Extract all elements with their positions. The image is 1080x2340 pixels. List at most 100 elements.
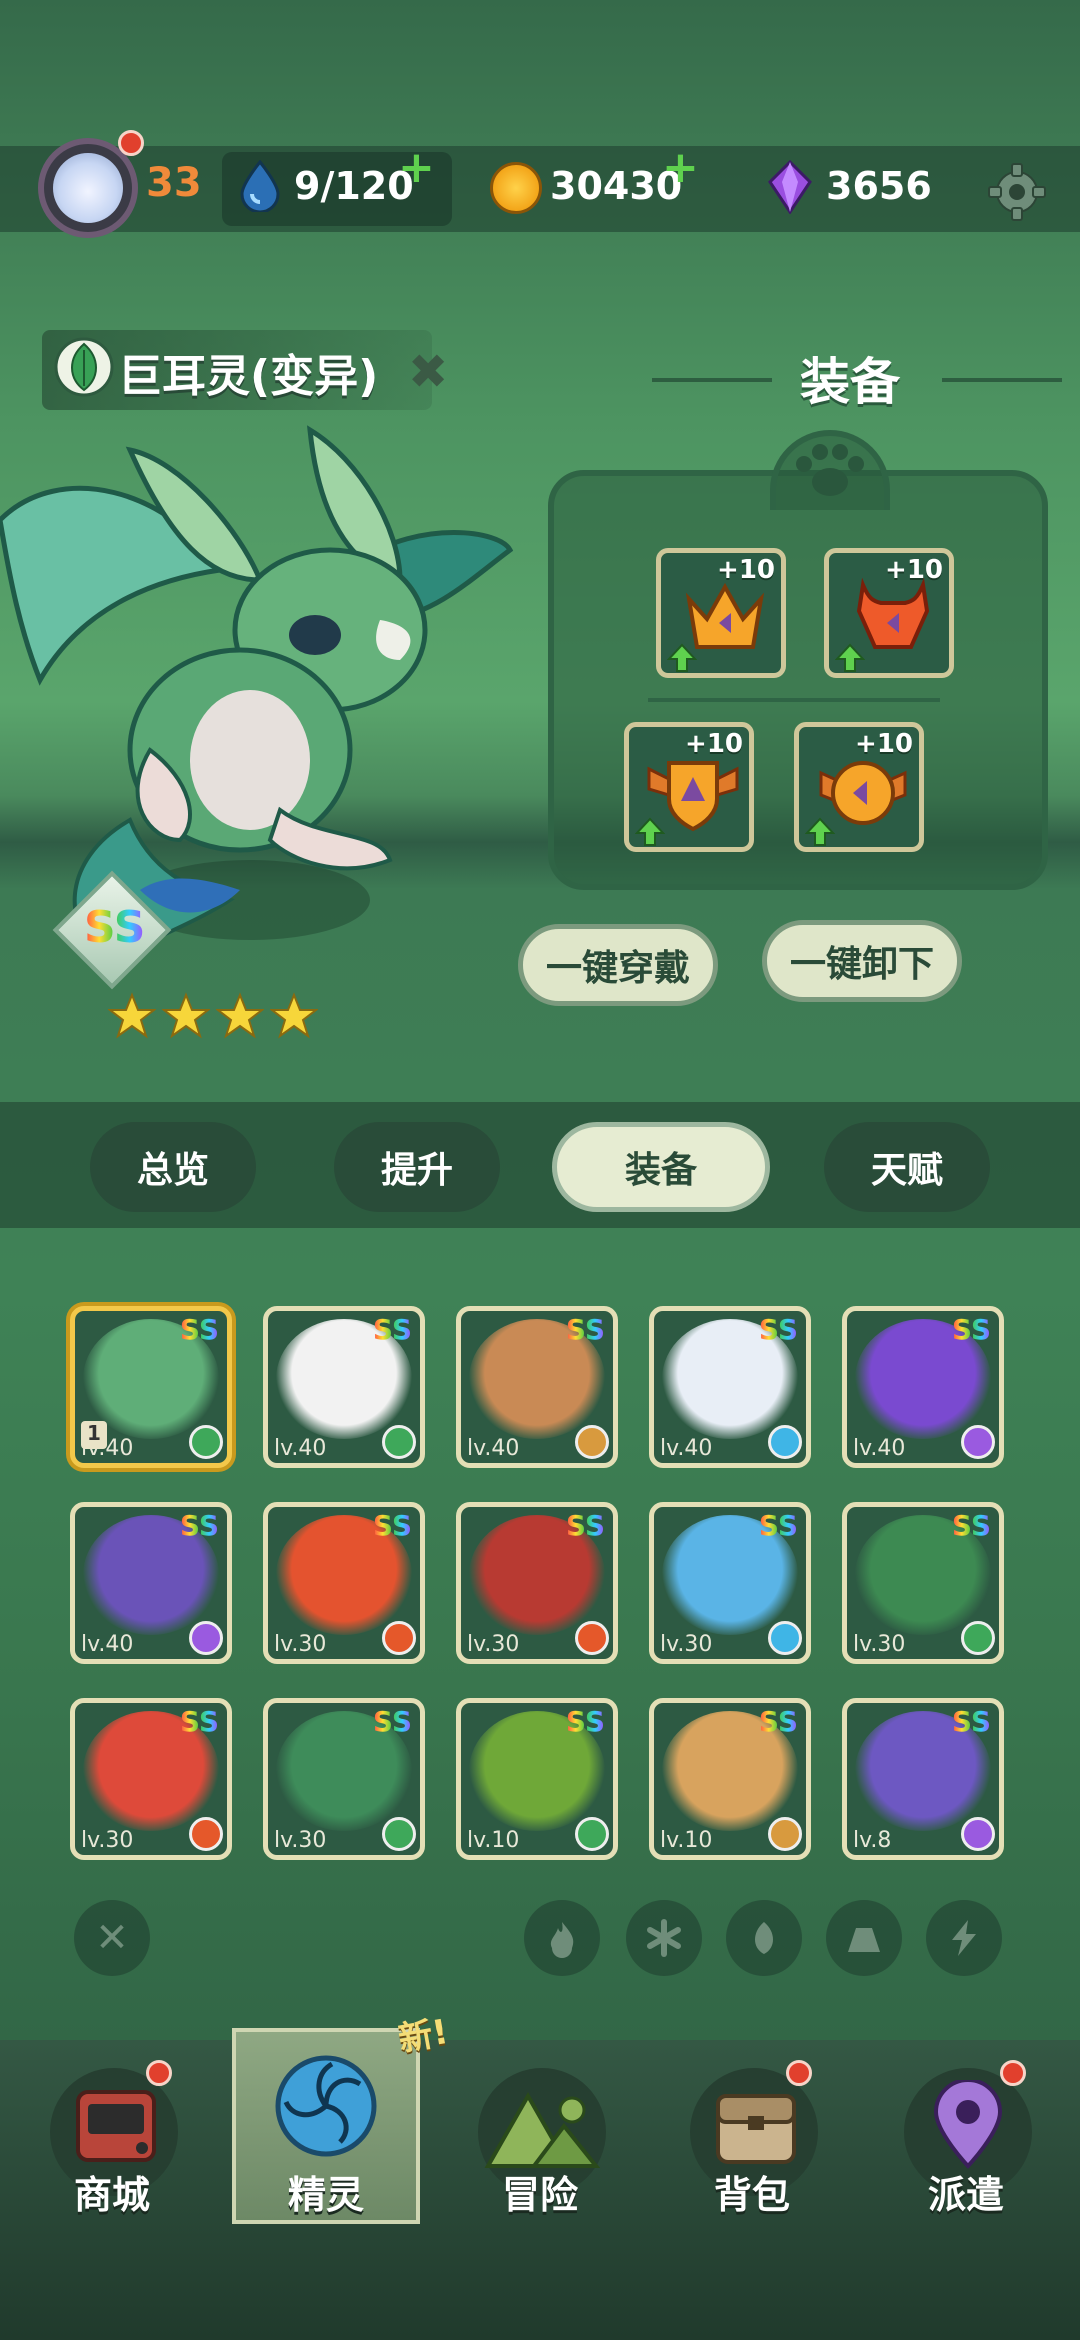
earth-icon [768,1817,802,1851]
filter-thunder[interactable] [926,1900,1002,1976]
star-icon [162,992,210,1039]
slot-plus-level: +10 [717,555,775,585]
sprite-card[interactable]: SS lv.30 [649,1502,811,1664]
sprite-card[interactable]: SS lv.30 [70,1698,232,1860]
rank-label: SS [565,1313,605,1346]
title-flourish-right [942,378,1062,382]
gem-value: 3656 [826,164,932,208]
nav-sprite[interactable]: 精灵 [226,2055,426,2260]
sprite-level: lv.10 [660,1828,713,1853]
nav-label: 派遣 [927,2173,1004,2217]
filter-leaf[interactable] [726,1900,802,1976]
nav-label: 商城 [73,2173,150,2217]
tab-upgrade[interactable]: 提升 [334,1122,500,1212]
filter-ice[interactable] [626,1900,702,1976]
equip-slot-shield[interactable]: +10 [624,722,754,852]
star-icon [108,992,156,1039]
upgrade-arrow-icon [635,817,665,846]
gem-icon [768,160,812,214]
unequip-all-button[interactable]: 一键卸下 [762,920,962,1002]
add-stamina-button[interactable]: + [398,142,435,193]
close-icon: ✕ [95,1915,129,1961]
thunder-icon [961,1425,995,1459]
sprite-card[interactable]: SS lv.40 [456,1306,618,1468]
rank-label: SS [951,1313,991,1346]
nav-adventure[interactable]: 冒险 [440,2060,640,2260]
sprite-card[interactable]: SS lv.8 [842,1698,1004,1860]
sprite-card[interactable]: SS lv.10 [649,1698,811,1860]
nav-shop[interactable]: 商城 [12,2060,212,2260]
slot-plus-level: +10 [885,555,943,585]
rank-label: SS [179,1509,219,1542]
nav-backpack[interactable]: 背包 [652,2060,852,2260]
equip-slot-armor[interactable]: +10 [824,548,954,678]
paw-icon [796,444,864,496]
rank-label: SS [372,1705,412,1738]
thunder-icon [952,1920,976,1956]
sprite-swirl-icon [275,2055,377,2157]
earth-icon [575,1425,609,1459]
leaf-icon [382,1817,416,1851]
filter-fire[interactable] [524,1900,600,1976]
rank-label: SS [179,1313,219,1346]
nav-label: 背包 [713,2173,790,2217]
rank-label: SS [372,1313,412,1346]
sprite-card[interactable]: SS lv.40 [649,1306,811,1468]
filter-earth[interactable] [826,1900,902,1976]
gear-icon[interactable] [985,160,1049,224]
backpack-icon [716,2094,796,2164]
tab-overview[interactable]: 总览 [90,1122,256,1212]
rank-label: SS [951,1705,991,1738]
rank-label: SS [951,1509,991,1542]
fire-icon [189,1817,223,1851]
leaf-icon [755,1922,773,1954]
tab-equipment[interactable]: 装备 [552,1122,770,1212]
sprite-card[interactable]: SS lv.40 1 [70,1306,232,1468]
leaf-icon [575,1817,609,1851]
add-gold-button[interactable]: + [662,142,699,193]
sprite-card[interactable]: SS lv.30 [842,1502,1004,1664]
paw-coin-icon [490,162,542,214]
sprite-level: lv.40 [81,1632,134,1657]
sprite-artwork [0,425,514,963]
tab-talent[interactable]: 天赋 [824,1122,990,1212]
sprite-level: lv.40 [853,1436,906,1461]
sprite-level: lv.40 [660,1436,713,1461]
leaf-icon [382,1425,416,1459]
sprite-level: lv.10 [467,1828,520,1853]
sprite-card[interactable]: SS lv.40 [70,1502,232,1664]
team-slot-badge: 1 [81,1421,107,1449]
equip-slot-crown[interactable]: +10 [656,548,786,678]
star-icon [216,992,264,1039]
sprite-card[interactable]: SS lv.30 [263,1502,425,1664]
avatar-portrait [53,153,123,223]
leaf-icon [189,1425,223,1459]
sprite-card[interactable]: SS lv.40 [263,1306,425,1468]
ice-icon [647,1919,681,1957]
rank-label: SS [758,1705,798,1738]
sprite-card[interactable]: SS lv.40 [842,1306,1004,1468]
nav-label: 冒险 [501,2173,578,2217]
nav-label: 精灵 [287,2173,364,2217]
sprite-name: 巨耳灵(变异) [118,351,379,402]
sprite-card[interactable]: SS lv.30 [456,1502,618,1664]
equip-all-button[interactable]: 一键穿戴 [518,924,718,1006]
slot-plus-level: +10 [685,729,743,759]
upgrade-arrow-icon [835,643,865,672]
water-drop-icon [240,160,280,212]
sprite-level: lv.40 [467,1436,520,1461]
clear-filter-button[interactable]: ✕ [74,1900,150,1976]
nav-dispatch[interactable]: 派遣 [866,2060,1066,2260]
thunder-icon [961,1817,995,1851]
sprite-card[interactable]: SS lv.30 [263,1698,425,1860]
new-tag: 新! [395,2011,452,2060]
mutation-x-icon: ✖ [408,344,449,400]
title-flourish-left [652,378,772,382]
nav-notification-dot [146,2060,172,2086]
leaf-icon [54,337,114,397]
fire-icon [382,1621,416,1655]
stamina-value: 9/120 [294,164,414,208]
nav-notification-dot [786,2060,812,2086]
equip-slot-orb[interactable]: +10 [794,722,924,852]
sprite-card[interactable]: SS lv.10 [456,1698,618,1860]
